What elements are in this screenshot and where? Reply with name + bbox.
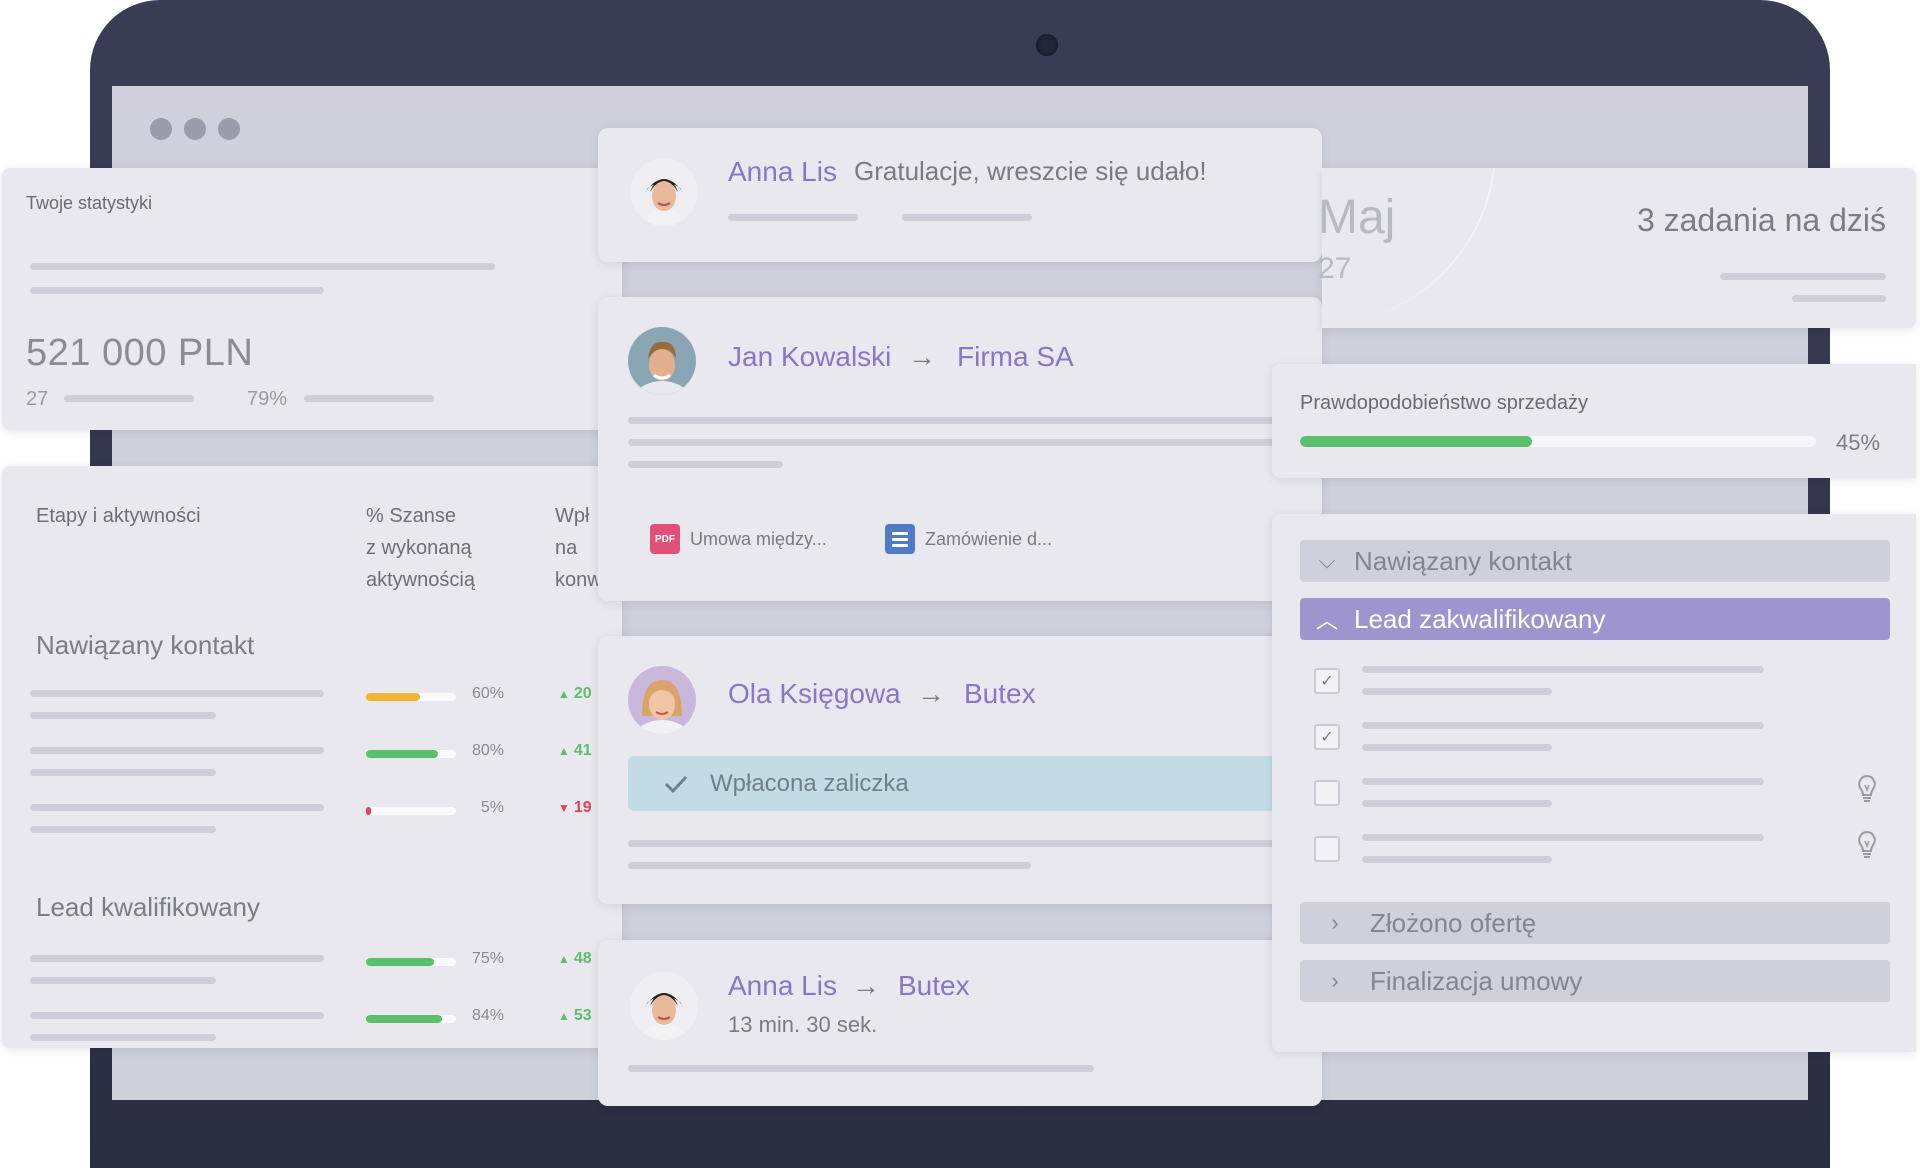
chance-column-header: % Szanse z wykonaną aktywnością	[366, 505, 475, 591]
attachment-label: Umowa między...	[690, 528, 827, 549]
camera-icon	[1036, 34, 1058, 56]
chevron-right-icon: ›	[1331, 910, 1339, 935]
call-duration: 13 min. 30 sek.	[728, 1012, 878, 1037]
impact-delta: ▼ 19	[558, 799, 592, 816]
stats-percent: 79%	[247, 388, 288, 410]
probability-title: Prawdopodobieństwo sprzedaży	[1300, 392, 1588, 414]
chance-bar-fill	[366, 1015, 442, 1023]
calendar-day: 27	[1318, 252, 1352, 285]
pipeline-stage-finalizacja[interactable]: › Finalizacja umowy	[1300, 960, 1890, 1002]
contact-name[interactable]: Ola Księgowa	[728, 678, 901, 710]
chance-percent: 84%	[471, 1007, 504, 1024]
company-name[interactable]: Butex	[964, 678, 1036, 710]
triangle-down-icon: ▼	[558, 801, 570, 815]
avatar[interactable]	[630, 972, 698, 1040]
company-name[interactable]: Firma SA	[957, 341, 1074, 373]
stage-group-title: Nawiązany kontakt	[36, 630, 255, 660]
chance-percent: 75%	[471, 950, 504, 967]
task-checkbox[interactable]: ✓	[1314, 724, 1340, 750]
chevron-up-icon: ︿	[1315, 608, 1338, 633]
chevron-down-icon: ⌵	[1318, 548, 1336, 573]
lightbulb-icon[interactable]	[1856, 830, 1878, 860]
attachment-doc[interactable]: Zamówienie d...	[885, 524, 1052, 554]
triangle-up-icon: ▲	[558, 1009, 570, 1023]
triangle-up-icon: ▲	[558, 687, 570, 701]
stage-column-header: Etapy i aktywności	[36, 505, 201, 527]
window-dot-icon[interactable]	[218, 118, 240, 140]
contact-name[interactable]: Jan Kowalski	[728, 341, 891, 373]
avatar[interactable]	[628, 327, 696, 395]
chance-bar	[366, 807, 456, 815]
avatar[interactable]	[628, 666, 696, 734]
document-icon	[885, 524, 915, 554]
stats-count: 27	[26, 388, 49, 410]
message-text: Gratulacje, wreszcie się udało!	[854, 156, 1207, 186]
arrow-right-icon: →	[917, 678, 945, 709]
pipeline-stage-oferta[interactable]: › Złożono ofertę	[1300, 902, 1890, 944]
chance-percent: 80%	[471, 742, 504, 759]
chance-bar-fill	[366, 958, 434, 966]
avatar[interactable]	[630, 158, 698, 226]
company-name[interactable]: Butex	[898, 970, 970, 1002]
pipeline-stage-nawiazany[interactable]: ⌵ Nawiązany kontakt	[1300, 540, 1890, 582]
calendar-month: Maj	[1318, 191, 1396, 244]
triangle-up-icon: ▲	[558, 744, 570, 758]
impact-delta: ▲ 53	[558, 1007, 592, 1024]
window-controls	[150, 118, 240, 140]
chevron-right-icon: ›	[1331, 968, 1339, 993]
chance-percent: 5%	[480, 799, 504, 816]
impact-delta: ▲ 48	[558, 950, 592, 967]
tasks-count[interactable]: 3 zadania na dziś	[1637, 202, 1886, 239]
lightbulb-icon[interactable]	[1856, 774, 1878, 804]
chance-bar-fill	[366, 750, 438, 758]
payment-status-label: Wpłacona zaliczka	[710, 769, 909, 797]
chance-bar-fill	[366, 693, 420, 701]
attachment-label: Zamówienie d...	[925, 528, 1053, 549]
impact-delta: ▲ 41	[558, 742, 592, 759]
chance-bar	[366, 750, 456, 758]
chance-bar	[366, 958, 456, 966]
probability-card	[1272, 364, 1916, 478]
impact-column-header: Wpł na konw	[555, 505, 599, 591]
arrow-right-icon: →	[908, 341, 936, 372]
stage-group-title: Lead kwalifikowany	[36, 892, 261, 922]
attachment-pdf[interactable]: PDF Umowa między...	[650, 524, 827, 554]
chance-bar	[366, 693, 456, 701]
chance-bar-fill	[366, 807, 371, 815]
impact-delta: ▲ 20	[558, 685, 592, 702]
task-checkbox[interactable]	[1314, 780, 1340, 806]
message-card[interactable]	[598, 128, 1322, 262]
contact-name[interactable]: Anna Lis	[728, 970, 837, 1002]
probability-bar	[1300, 436, 1816, 447]
contact-name[interactable]: Anna Lis	[728, 156, 837, 188]
probability-value: 45%	[1836, 430, 1881, 455]
task-checkbox[interactable]	[1314, 836, 1340, 862]
chance-percent: 60%	[471, 685, 504, 702]
task-checkbox[interactable]: ✓	[1314, 668, 1340, 694]
window-dot-icon[interactable]	[184, 118, 206, 140]
window-dot-icon[interactable]	[150, 118, 172, 140]
stats-title: Twoje statystyki	[26, 193, 153, 213]
contact-card-anna[interactable]	[598, 940, 1322, 1106]
payment-status-banner: Wpłacona zaliczka	[628, 756, 1318, 811]
checkmark-icon	[664, 775, 688, 793]
arrow-right-icon: →	[852, 970, 880, 1001]
stats-amount: 521 000 PLN	[26, 332, 254, 374]
chance-bar	[366, 1015, 456, 1023]
triangle-up-icon: ▲	[558, 952, 570, 966]
pipeline-stage-lead[interactable]: ︿ Lead zakwalifikowany	[1300, 598, 1890, 640]
pdf-icon: PDF	[650, 524, 680, 554]
